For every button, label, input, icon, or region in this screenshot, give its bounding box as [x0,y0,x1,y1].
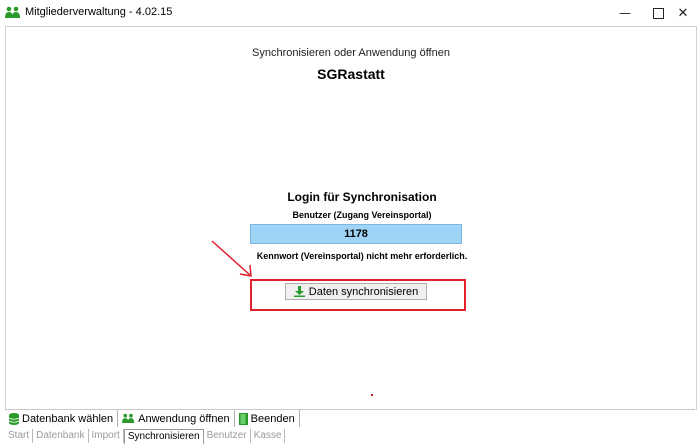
minimize-icon: — [619,6,631,20]
bottom-toolbar: Datenbank wählen Anwendung öffnen Beende… [5,409,695,427]
password-note: Kennwort (Vereinsportal) nicht mehr erfo… [256,251,468,261]
tab-benutzer[interactable]: Benutzer [204,429,251,443]
maximize-icon [652,7,664,19]
open-application-button[interactable]: Anwendung öffnen [118,410,235,427]
tab-start[interactable]: Start [5,429,34,443]
tab-strip: Start Datenbank Import Synchronisieren B… [5,428,286,444]
main-panel: Synchronisieren oder Anwendung öffnen SG… [5,26,697,410]
app-people-icon [5,6,20,18]
door-icon [238,412,248,425]
annotation-highlight-box: Daten synchronisieren [250,279,466,311]
download-icon [293,286,305,297]
tab-import[interactable]: Import [89,429,124,443]
exit-button[interactable]: Beenden [235,410,300,427]
annotation-dot [371,394,373,396]
title-bar: Mitgliederverwaltung - 4.02.15 — ✕ [0,0,698,26]
tab-kasse[interactable]: Kasse [251,429,286,443]
sync-button-label: Daten synchronisieren [308,285,419,298]
tab-datenbank[interactable]: Datenbank [33,429,89,443]
user-field[interactable]: 1178 [250,224,462,244]
select-database-button[interactable]: Datenbank wählen [5,410,119,427]
sync-button[interactable]: Daten synchronisieren [285,283,427,300]
tab-synchronisieren[interactable]: Synchronisieren [123,428,204,444]
login-heading: Login für Synchronisation [287,190,437,204]
database-icon [9,412,19,425]
user-label: Benutzer (Zugang Vereinsportal) [292,210,432,220]
select-database-label: Datenbank wählen [22,412,114,425]
exit-label: Beenden [250,412,295,425]
open-application-label: Anwendung öffnen [138,412,230,425]
page-subtitle: Synchronisieren oder Anwendung öffnen [252,47,450,59]
annotation-arrow [211,240,252,277]
people-icon [122,413,135,423]
close-icon: ✕ [677,5,689,21]
window-title: Mitgliederverwaltung - 4.02.15 [25,6,173,18]
organization-name: SGRastatt [317,66,385,82]
close-button[interactable]: ✕ [668,0,698,26]
